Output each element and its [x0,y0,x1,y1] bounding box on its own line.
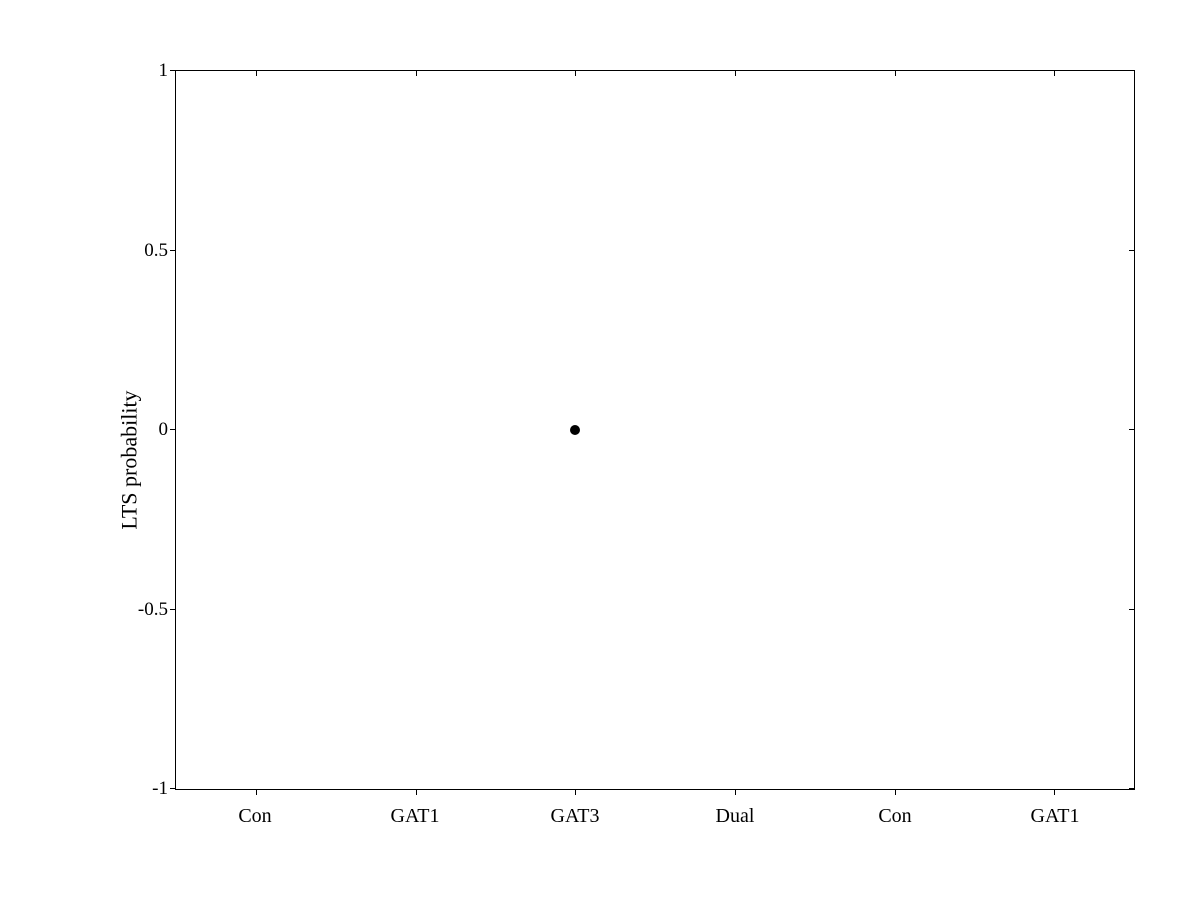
y-axis-label: LTS probability [117,390,143,529]
x-label-0: Con [238,805,271,828]
y-tick-label: 1 [159,60,169,82]
x-label-3: Dual [716,805,755,828]
y-tick-label: -1 [152,778,168,800]
y-tick-label: 0 [159,419,169,441]
x-label-4: Con [878,805,911,828]
x-label-2: GAT3 [551,805,600,828]
data-point [570,425,580,435]
x-axis-labels-container: Con GAT1 GAT3 Dual Con GAT1 [175,795,1135,870]
chart-container: LTS probability 10.50-0.5-1 ConGAT1GAT3D… [0,0,1200,900]
x-label-1: GAT1 [391,805,440,828]
chart-wrapper: LTS probability 10.50-0.5-1 ConGAT1GAT3D… [105,50,1155,870]
y-tick-label: 0.5 [144,240,168,262]
plot-area: 10.50-0.5-1 [175,70,1135,790]
y-tick-label: -0.5 [138,599,168,621]
x-label-5: GAT1 [1031,805,1080,828]
